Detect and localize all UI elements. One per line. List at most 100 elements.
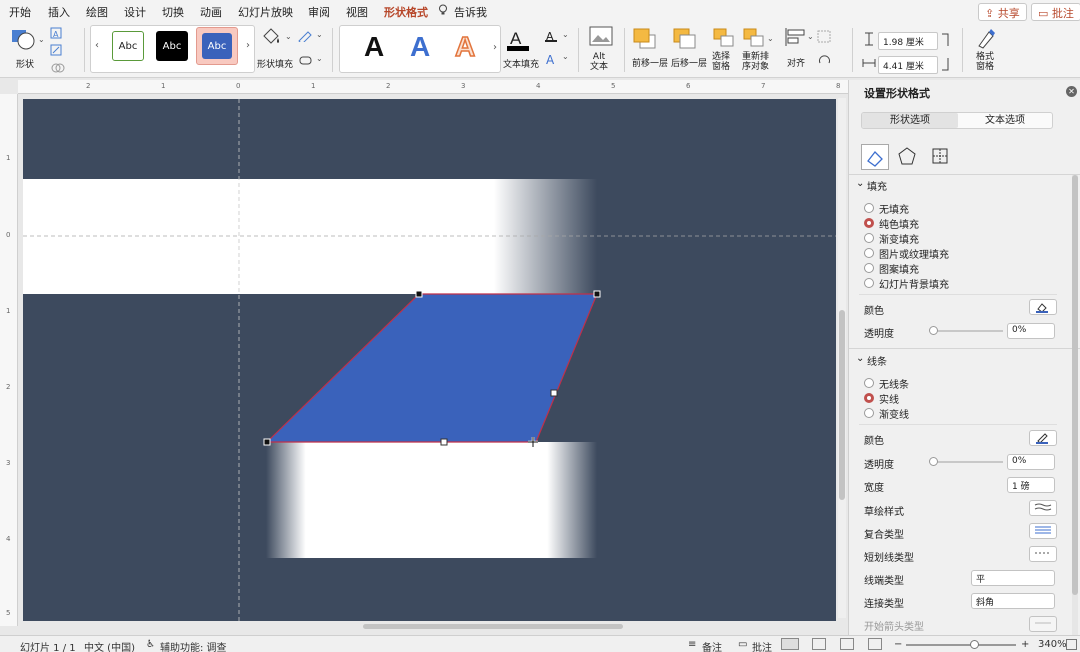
tab-insert[interactable]: 插入 <box>48 4 70 20</box>
lightbulb-icon[interactable] <box>438 4 448 19</box>
fill-section-header[interactable]: 填充 <box>867 178 887 193</box>
align-icon[interactable] <box>783 26 807 51</box>
chevron-left-icon[interactable]: ‹ <box>95 40 99 51</box>
zoom-slider[interactable] <box>906 640 1016 649</box>
slideshow-icon[interactable] <box>868 638 882 650</box>
style-sample-selected[interactable]: Abc <box>196 27 238 65</box>
reading-view-icon[interactable] <box>840 638 854 650</box>
compound-type-dropdown[interactable] <box>1029 523 1057 539</box>
line-color-picker[interactable] <box>1029 430 1057 446</box>
selection-pane-icon[interactable] <box>712 27 736 52</box>
chevron-right-icon[interactable]: › <box>493 42 497 53</box>
send-backward-icon[interactable] <box>672 27 698 54</box>
slide-canvas[interactable] <box>23 99 836 621</box>
merge-shapes-icon[interactable] <box>50 61 72 78</box>
line-width-input[interactable]: 1 磅 <box>1007 477 1055 493</box>
fill-line-icon[interactable] <box>861 144 889 170</box>
scrollbar-thumb[interactable] <box>1072 175 1078 595</box>
line-transparency-input[interactable]: 0% <box>1007 454 1055 470</box>
text-fill-icon[interactable]: A <box>506 27 530 56</box>
style-sample-outline[interactable]: Abc <box>112 31 144 61</box>
radio-no-fill[interactable] <box>864 203 874 213</box>
accessibility-icon[interactable]: ♿ <box>146 639 155 650</box>
radio-pattern-fill[interactable] <box>864 263 874 273</box>
tab-transitions[interactable]: 切换 <box>162 4 184 20</box>
share-button[interactable]: ⇪ 共享 <box>978 3 1027 21</box>
chevron-down-icon[interactable]: ⌄ <box>562 52 569 61</box>
format-pane-icon[interactable] <box>975 26 999 53</box>
fit-to-window-icon[interactable] <box>1066 639 1077 650</box>
rotate-icon[interactable] <box>817 54 833 71</box>
zoom-level[interactable]: 340% <box>1038 639 1067 650</box>
radio-solid-line[interactable] <box>864 393 874 403</box>
horizontal-scrollbar[interactable] <box>23 622 836 631</box>
line-transparency-slider[interactable] <box>929 457 1003 466</box>
slider-thumb[interactable] <box>929 326 938 335</box>
wordart-black[interactable]: A <box>364 31 384 63</box>
pen-outline-icon[interactable] <box>298 30 314 45</box>
notes-icon[interactable]: ≡ <box>688 639 696 650</box>
tab-shape-format[interactable]: 形状格式 <box>384 4 428 24</box>
radio-solid-fill[interactable] <box>864 218 874 228</box>
tab-text-options[interactable]: 文本选项 <box>958 113 1052 128</box>
accessibility-status[interactable]: 辅助功能: 调查 <box>160 639 227 652</box>
chevron-down-icon[interactable]: ⌄ <box>856 178 864 189</box>
wordart-blue[interactable]: A <box>410 31 430 63</box>
lock-aspect-icon[interactable] <box>940 30 952 77</box>
zoom-in-icon[interactable]: + <box>1021 639 1029 650</box>
group-icon[interactable] <box>817 30 833 47</box>
tab-shape-options[interactable]: 形状选项 <box>862 113 958 128</box>
shape-effects-icon[interactable] <box>298 54 314 69</box>
chevron-down-icon[interactable]: ⌄ <box>767 34 774 43</box>
close-icon[interactable]: ✕ <box>1066 86 1077 97</box>
scrollbar-thumb[interactable] <box>839 310 845 500</box>
text-effects-icon[interactable]: A <box>544 52 560 69</box>
shape-width-input[interactable]: 4.41 厘米 <box>878 56 938 74</box>
comment-button[interactable]: ▭ 批注 <box>1031 3 1080 21</box>
style-sample-dark[interactable]: Abc <box>156 31 188 61</box>
tab-review[interactable]: 审阅 <box>308 4 330 20</box>
size-properties-icon[interactable] <box>930 146 950 169</box>
chevron-down-icon[interactable]: ⌄ <box>856 353 864 364</box>
fill-color-picker[interactable] <box>1029 299 1057 315</box>
wordart-orange-outline[interactable]: A <box>454 30 476 63</box>
language-indicator[interactable]: 中文 (中国) <box>84 639 135 652</box>
radio-slide-bg-fill[interactable] <box>864 278 874 288</box>
tab-draw[interactable]: 绘图 <box>86 4 108 20</box>
vertical-scrollbar[interactable] <box>838 98 846 618</box>
tab-view[interactable]: 视图 <box>346 4 368 20</box>
bring-forward-icon[interactable] <box>632 27 658 54</box>
join-type-dropdown[interactable]: 斜角 <box>971 593 1055 609</box>
alt-text-icon[interactable] <box>589 26 613 51</box>
normal-view-icon[interactable] <box>781 638 799 650</box>
pentagon-effects-icon[interactable] <box>897 146 917 169</box>
fill-transparency-input[interactable]: 0% <box>1007 323 1055 339</box>
tab-design[interactable]: 设计 <box>124 4 146 20</box>
cap-type-dropdown[interactable]: 平 <box>971 570 1055 586</box>
tab-home[interactable]: 开始 <box>9 4 31 20</box>
paint-bucket-icon[interactable] <box>260 26 282 51</box>
pane-scrollbar[interactable] <box>1072 175 1078 635</box>
sketch-style-dropdown[interactable] <box>1029 500 1057 516</box>
comments-icon[interactable]: ▭ <box>738 639 747 650</box>
scrollbar-thumb[interactable] <box>363 624 623 629</box>
chevron-down-icon[interactable]: ⌄ <box>807 32 814 41</box>
chevron-right-icon[interactable]: › <box>246 40 250 51</box>
tab-slideshow[interactable]: 幻灯片放映 <box>238 4 293 20</box>
radio-picture-fill[interactable] <box>864 248 874 258</box>
chevron-down-icon[interactable]: ⌄ <box>316 54 323 63</box>
notes-button[interactable]: 备注 <box>702 639 722 652</box>
comments-button[interactable]: 批注 <box>752 639 772 652</box>
slide-sorter-icon[interactable] <box>812 638 826 650</box>
edit-shape-icon[interactable]: A <box>50 27 72 44</box>
text-outline-icon[interactable]: A <box>544 29 560 46</box>
radio-gradient-fill[interactable] <box>864 233 874 243</box>
arrow-begin-dropdown[interactable] <box>1029 616 1057 632</box>
slider-thumb[interactable] <box>929 457 938 466</box>
radio-gradient-line[interactable] <box>864 408 874 418</box>
tab-animations[interactable]: 动画 <box>200 4 222 20</box>
reorder-objects-icon[interactable] <box>742 27 766 52</box>
chevron-down-icon[interactable]: ⌄ <box>38 35 45 44</box>
radio-no-line[interactable] <box>864 378 874 388</box>
slider-thumb[interactable] <box>970 640 979 649</box>
